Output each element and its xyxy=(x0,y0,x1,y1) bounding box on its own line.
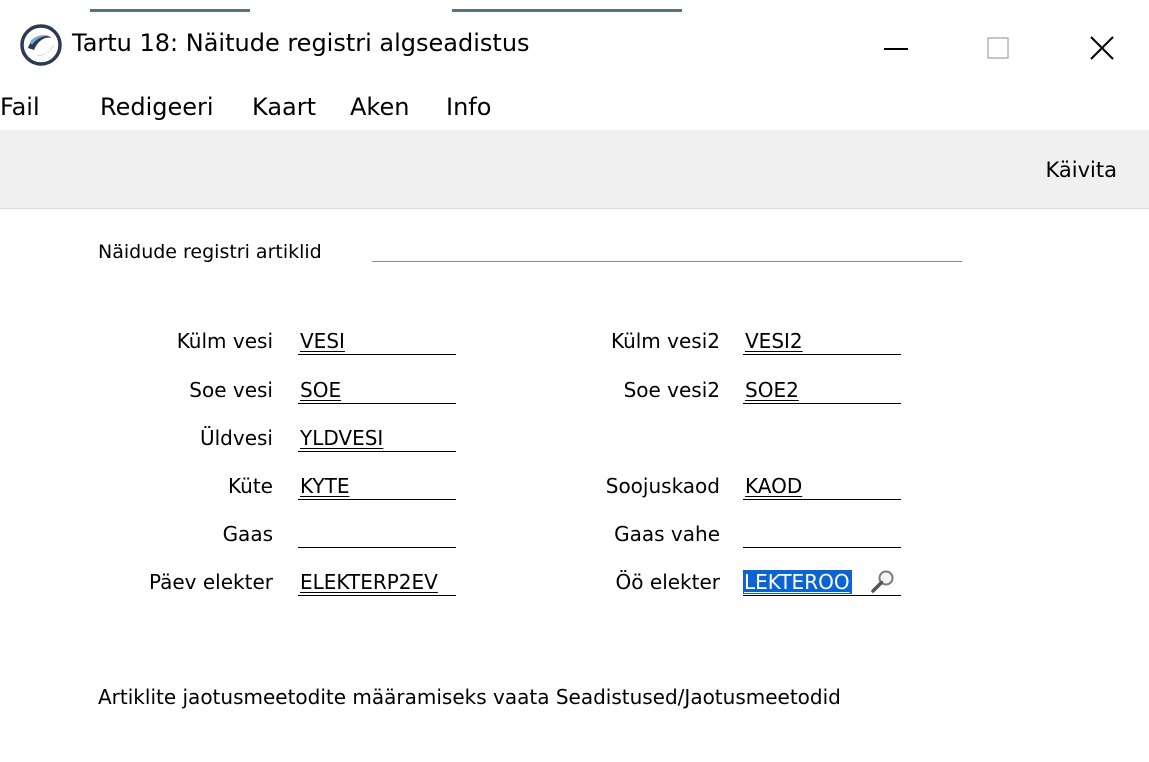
maximize-icon xyxy=(987,37,1009,59)
menu-redigeeri[interactable]: Redigeeri xyxy=(100,92,214,122)
yldvesi-value: YLDVESI xyxy=(300,426,384,450)
paev-elekter-label: Päev elekter xyxy=(148,570,273,594)
app-logo-icon xyxy=(20,24,62,66)
yldvesi-label: Üldvesi xyxy=(199,426,273,450)
soe-vesi2-field[interactable]: SOE2 xyxy=(743,376,901,404)
gaas-field[interactable] xyxy=(298,520,456,548)
soe-vesi2-value: SOE2 xyxy=(745,378,799,402)
magnifier-icon[interactable] xyxy=(869,569,897,595)
window: Tartu 18: Näitude registri algseadistus … xyxy=(0,0,1149,762)
title-bar[interactable]: Tartu 18: Näitude registri algseadistus xyxy=(0,12,1149,86)
menu-kaart[interactable]: Kaart xyxy=(252,92,316,122)
oo-elekter-field[interactable]: LEKTEROO xyxy=(743,568,901,596)
section-divider xyxy=(372,261,962,262)
close-button[interactable] xyxy=(1066,12,1138,86)
kylm-vesi2-field[interactable]: VESI2 xyxy=(743,327,901,355)
kylm-vesi-label: Külm vesi xyxy=(176,329,273,353)
gaas-vahe-field[interactable] xyxy=(743,520,901,548)
kylm-vesi-value: VESI xyxy=(300,329,345,353)
paev-elekter-value: ELEKTERP2EV xyxy=(300,570,438,594)
menu-aken[interactable]: Aken xyxy=(350,92,409,122)
minimize-icon xyxy=(884,48,908,50)
kyte-value: KYTE xyxy=(300,474,350,498)
kyte-label: Küte xyxy=(228,474,273,498)
gaas-label: Gaas xyxy=(222,522,273,546)
strip-segment xyxy=(452,0,682,12)
soe-vesi-field[interactable]: SOE xyxy=(298,376,456,404)
maximize-button[interactable] xyxy=(962,12,1034,86)
footer-note: Artiklite jaotusmeetodite määramiseks va… xyxy=(98,685,841,709)
oo-elekter-label: Öö elekter xyxy=(615,570,720,594)
minimize-button[interactable] xyxy=(860,12,932,86)
kylm-vesi2-value: VESI2 xyxy=(745,329,803,353)
soojuskaod-value: KAOD xyxy=(745,474,803,498)
menu-info[interactable]: Info xyxy=(446,92,491,122)
soe-vesi-label: Soe vesi xyxy=(189,378,273,402)
soojuskaod-field[interactable]: KAOD xyxy=(743,472,901,500)
gaas-vahe-label: Gaas vahe xyxy=(614,522,720,546)
oo-elekter-value: LEKTEROO xyxy=(743,570,852,594)
toolbar: Käivita xyxy=(0,130,1149,209)
paev-elekter-field[interactable]: ELEKTERP2EV xyxy=(298,568,456,596)
menu-bar: Fail Redigeeri Kaart Aken Info xyxy=(0,86,1149,130)
kyte-field[interactable]: KYTE xyxy=(298,472,456,500)
soojuskaod-label: Soojuskaod xyxy=(605,474,720,498)
soe-vesi2-label: Soe vesi2 xyxy=(623,378,720,402)
close-icon xyxy=(1090,36,1114,60)
soe-vesi-value: SOE xyxy=(300,378,342,402)
window-title: Tartu 18: Näitude registri algseadistus xyxy=(72,29,530,57)
kylm-vesi-field[interactable]: VESI xyxy=(298,327,456,355)
menu-fail[interactable]: Fail xyxy=(0,92,40,122)
yldvesi-field[interactable]: YLDVESI xyxy=(298,424,456,452)
kylm-vesi2-label: Külm vesi2 xyxy=(610,329,720,353)
strip-segment xyxy=(90,0,250,12)
background-window-strip xyxy=(0,0,1149,12)
section-header: Näidude registri artiklid xyxy=(98,241,322,263)
run-button[interactable]: Käivita xyxy=(1046,157,1117,183)
